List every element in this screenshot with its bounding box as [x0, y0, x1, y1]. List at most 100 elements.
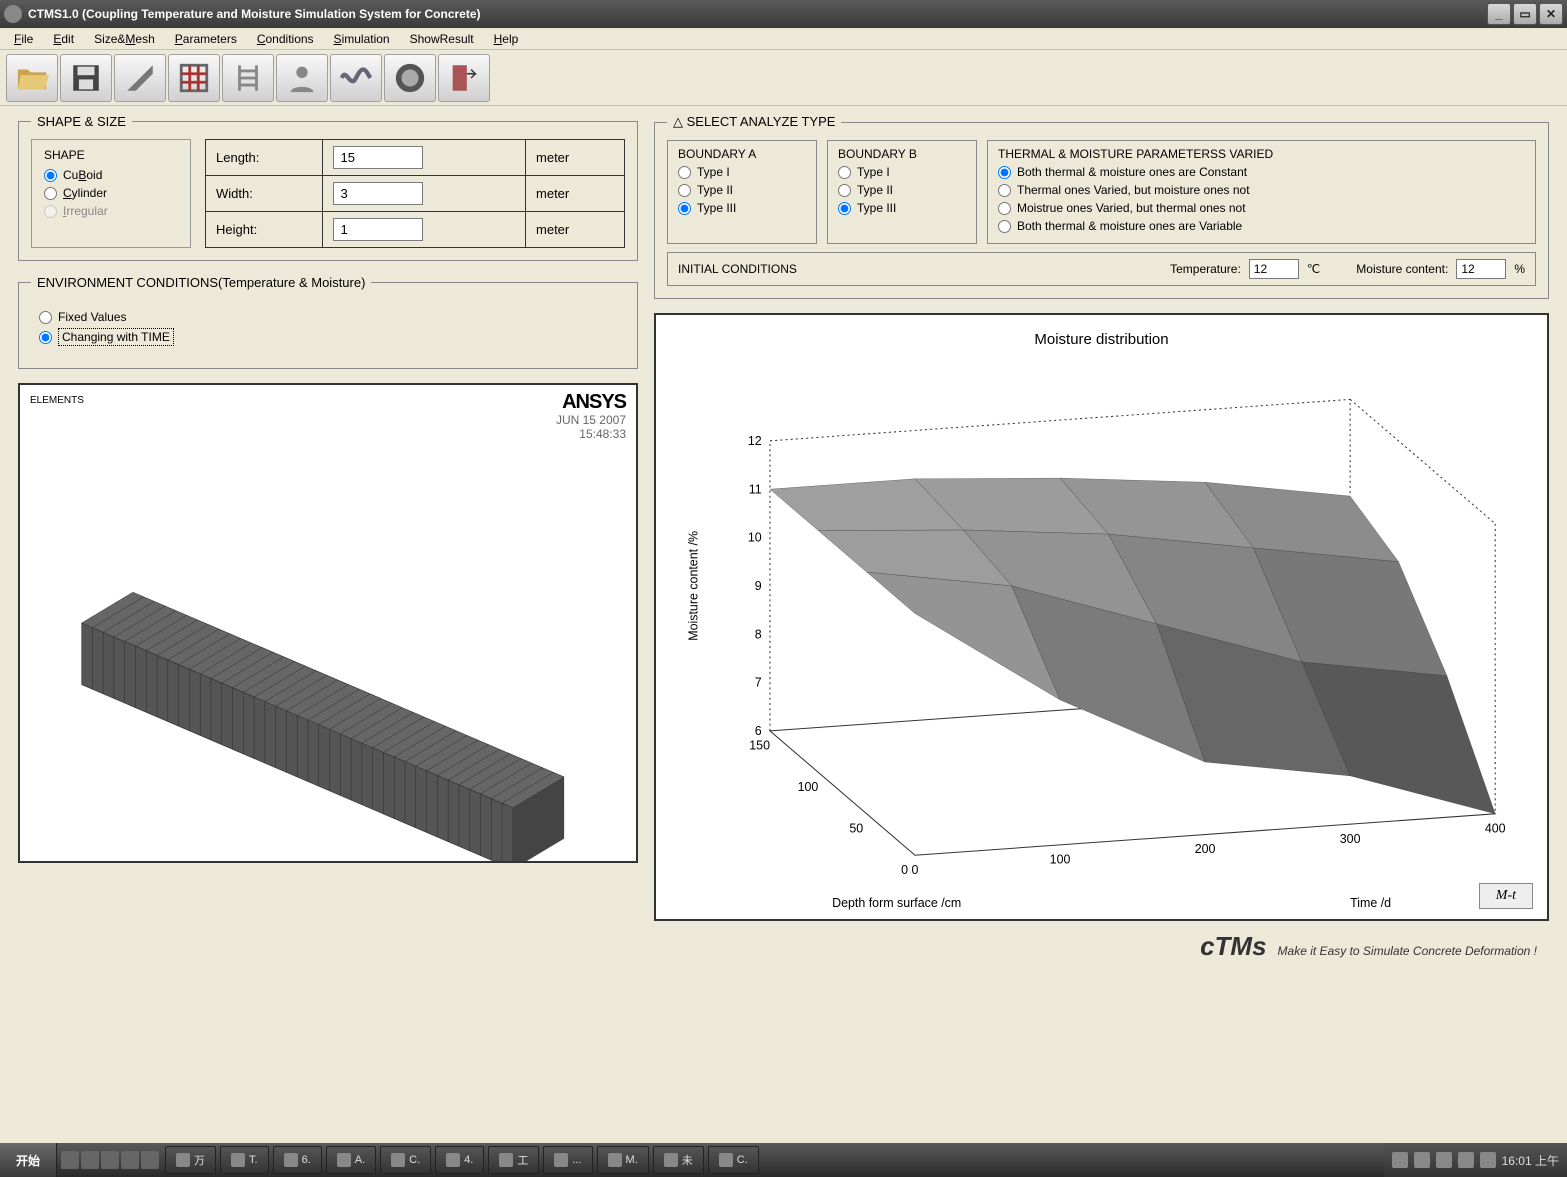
analyze-legend: △ SELECT ANALYZE TYPE [667, 114, 841, 130]
boundary-a-type3[interactable]: Type III [678, 201, 806, 215]
plot-mode-button[interactable]: M-t [1479, 883, 1533, 909]
badge-button[interactable] [384, 54, 436, 102]
boundary-a-type2[interactable]: Type II [678, 183, 806, 197]
svg-text:100: 100 [798, 780, 819, 794]
tray-icon[interactable] [1436, 1152, 1452, 1168]
wave-button[interactable] [330, 54, 382, 102]
clock: 16:01 上午 [1502, 1152, 1559, 1169]
svg-text:8: 8 [755, 627, 762, 641]
ladder-button[interactable] [222, 54, 274, 102]
boundary-a-type1[interactable]: Type I [678, 165, 806, 179]
svg-text:300: 300 [1340, 832, 1361, 846]
titlebar: CTMS1.0 (Coupling Temperature and Moistu… [0, 0, 1567, 28]
exit-button[interactable] [438, 54, 490, 102]
taskbar-item[interactable]: 未 [653, 1146, 704, 1174]
ansys-logo: ANSYS [562, 391, 626, 414]
taskbar-item[interactable]: A. [326, 1146, 376, 1174]
height-input[interactable] [333, 218, 423, 241]
tray-icon[interactable] [1458, 1152, 1474, 1168]
height-label: Height: [206, 212, 323, 248]
menu-conditions[interactable]: Conditions [249, 30, 322, 48]
param-opt2[interactable]: Thermal ones Varied, but moisture ones n… [998, 183, 1525, 197]
ansys-timestamp: JUN 15 200715:48:33 [556, 413, 626, 441]
boundary-b-type2[interactable]: Type II [838, 183, 966, 197]
zlabel: Moisture content /% [686, 531, 700, 641]
ylabel: Time /d [1350, 896, 1391, 910]
taskbar-item[interactable]: 4. [435, 1146, 484, 1174]
menu-parameters[interactable]: Parameters [167, 30, 245, 48]
env-fixed[interactable]: Fixed Values [39, 310, 617, 324]
shape-label: SHAPE [44, 148, 178, 162]
mesh-button[interactable] [168, 54, 220, 102]
menu-help[interactable]: Help [486, 30, 527, 48]
tray-icon[interactable] [1392, 1152, 1408, 1168]
shape-size-legend: SHAPE & SIZE [31, 114, 132, 129]
shape-button[interactable] [114, 54, 166, 102]
length-input[interactable] [333, 146, 423, 169]
tray-icon[interactable] [1414, 1152, 1430, 1168]
svg-text:100: 100 [1050, 853, 1071, 867]
dimension-table: Length:meter Width:meter Height:meter [205, 139, 625, 248]
taskbar-item[interactable]: C. [708, 1146, 759, 1174]
moist-input[interactable] [1456, 259, 1506, 279]
width-input[interactable] [333, 182, 423, 205]
menu-file[interactable]: File [6, 30, 41, 48]
env-changing[interactable]: Changing with TIME [39, 328, 617, 346]
maximize-button[interactable]: ▭ [1513, 3, 1537, 25]
shape-irregular: Irregular [44, 204, 178, 218]
app-icon [4, 5, 22, 23]
param-opt1[interactable]: Both thermal & moisture ones are Constan… [998, 165, 1525, 179]
mesh-svg [20, 385, 636, 861]
open-button[interactable] [6, 54, 58, 102]
svg-text:7: 7 [755, 676, 762, 690]
menu-sizemesh[interactable]: Size&Mesh [86, 30, 163, 48]
moist-unit: % [1514, 262, 1525, 276]
temp-input[interactable] [1249, 259, 1299, 279]
taskbar-item[interactable]: C. [380, 1146, 431, 1174]
shape-cuboid[interactable]: CuBoid [44, 168, 178, 182]
param-opt4[interactable]: Both thermal & moisture ones are Variabl… [998, 219, 1525, 233]
user-button[interactable] [276, 54, 328, 102]
taskbar-item[interactable]: M. [597, 1146, 649, 1174]
temp-label: Temperature: [1170, 262, 1241, 276]
toolbar [0, 50, 1567, 106]
menu-simulation[interactable]: Simulation [326, 30, 398, 48]
svg-text:0: 0 [912, 863, 919, 877]
shape-cylinder[interactable]: Cylinder [44, 186, 178, 200]
start-button[interactable]: 开始 [0, 1143, 57, 1177]
plot-title: Moisture distribution [656, 331, 1547, 348]
taskbar-item[interactable]: 工 [488, 1146, 539, 1174]
taskbar-item[interactable]: 万 [165, 1146, 216, 1174]
xlabel: Depth form surface /cm [832, 896, 961, 910]
window-title: CTMS1.0 (Coupling Temperature and Moistu… [28, 7, 481, 21]
param-opt3[interactable]: Moistrue ones Varied, but thermal ones n… [998, 201, 1525, 215]
env-legend: ENVIRONMENT CONDITIONS(Temperature & Moi… [31, 275, 371, 290]
tray-icon[interactable] [1480, 1152, 1496, 1168]
system-tray[interactable]: 16:01 上午 [1384, 1143, 1567, 1177]
taskbar-item[interactable]: 6. [273, 1146, 322, 1174]
taskbar-item[interactable]: T. [220, 1146, 269, 1174]
svg-text:6: 6 [755, 724, 762, 738]
plot-panel: Moisture distribution 6789101112 [654, 313, 1549, 921]
tagline: cTMs Make it Easy to Simulate Concrete D… [0, 925, 1567, 968]
length-label: Length: [206, 140, 323, 176]
mesh-preview: ELEMENTS ANSYS JUN 15 200715:48:33 [18, 383, 638, 863]
menu-showresult[interactable]: ShowResult [402, 30, 482, 48]
save-button[interactable] [60, 54, 112, 102]
svg-text:50: 50 [849, 821, 863, 835]
boundary-b-type3[interactable]: Type III [838, 201, 966, 215]
boundary-b-box: BOUNDARY B Type I Type II Type III [827, 140, 977, 244]
menu-edit[interactable]: Edit [45, 30, 82, 48]
height-unit: meter [526, 212, 625, 248]
boundary-b-label: BOUNDARY B [838, 147, 966, 161]
boundary-a-box: BOUNDARY A Type I Type II Type III [667, 140, 817, 244]
plot-svg: 6789101112 150100500 0100200300400 Moist… [656, 315, 1547, 919]
menubar: File Edit Size&Mesh Parameters Condition… [0, 28, 1567, 50]
quick-launch[interactable] [57, 1151, 163, 1169]
boundary-b-type1[interactable]: Type I [838, 165, 966, 179]
temp-unit: ℃ [1307, 262, 1320, 276]
close-button[interactable]: ✕ [1539, 3, 1563, 25]
taskbar-item[interactable]: ... [543, 1146, 592, 1174]
minimize-button[interactable]: _ [1487, 3, 1511, 25]
width-unit: meter [526, 176, 625, 212]
